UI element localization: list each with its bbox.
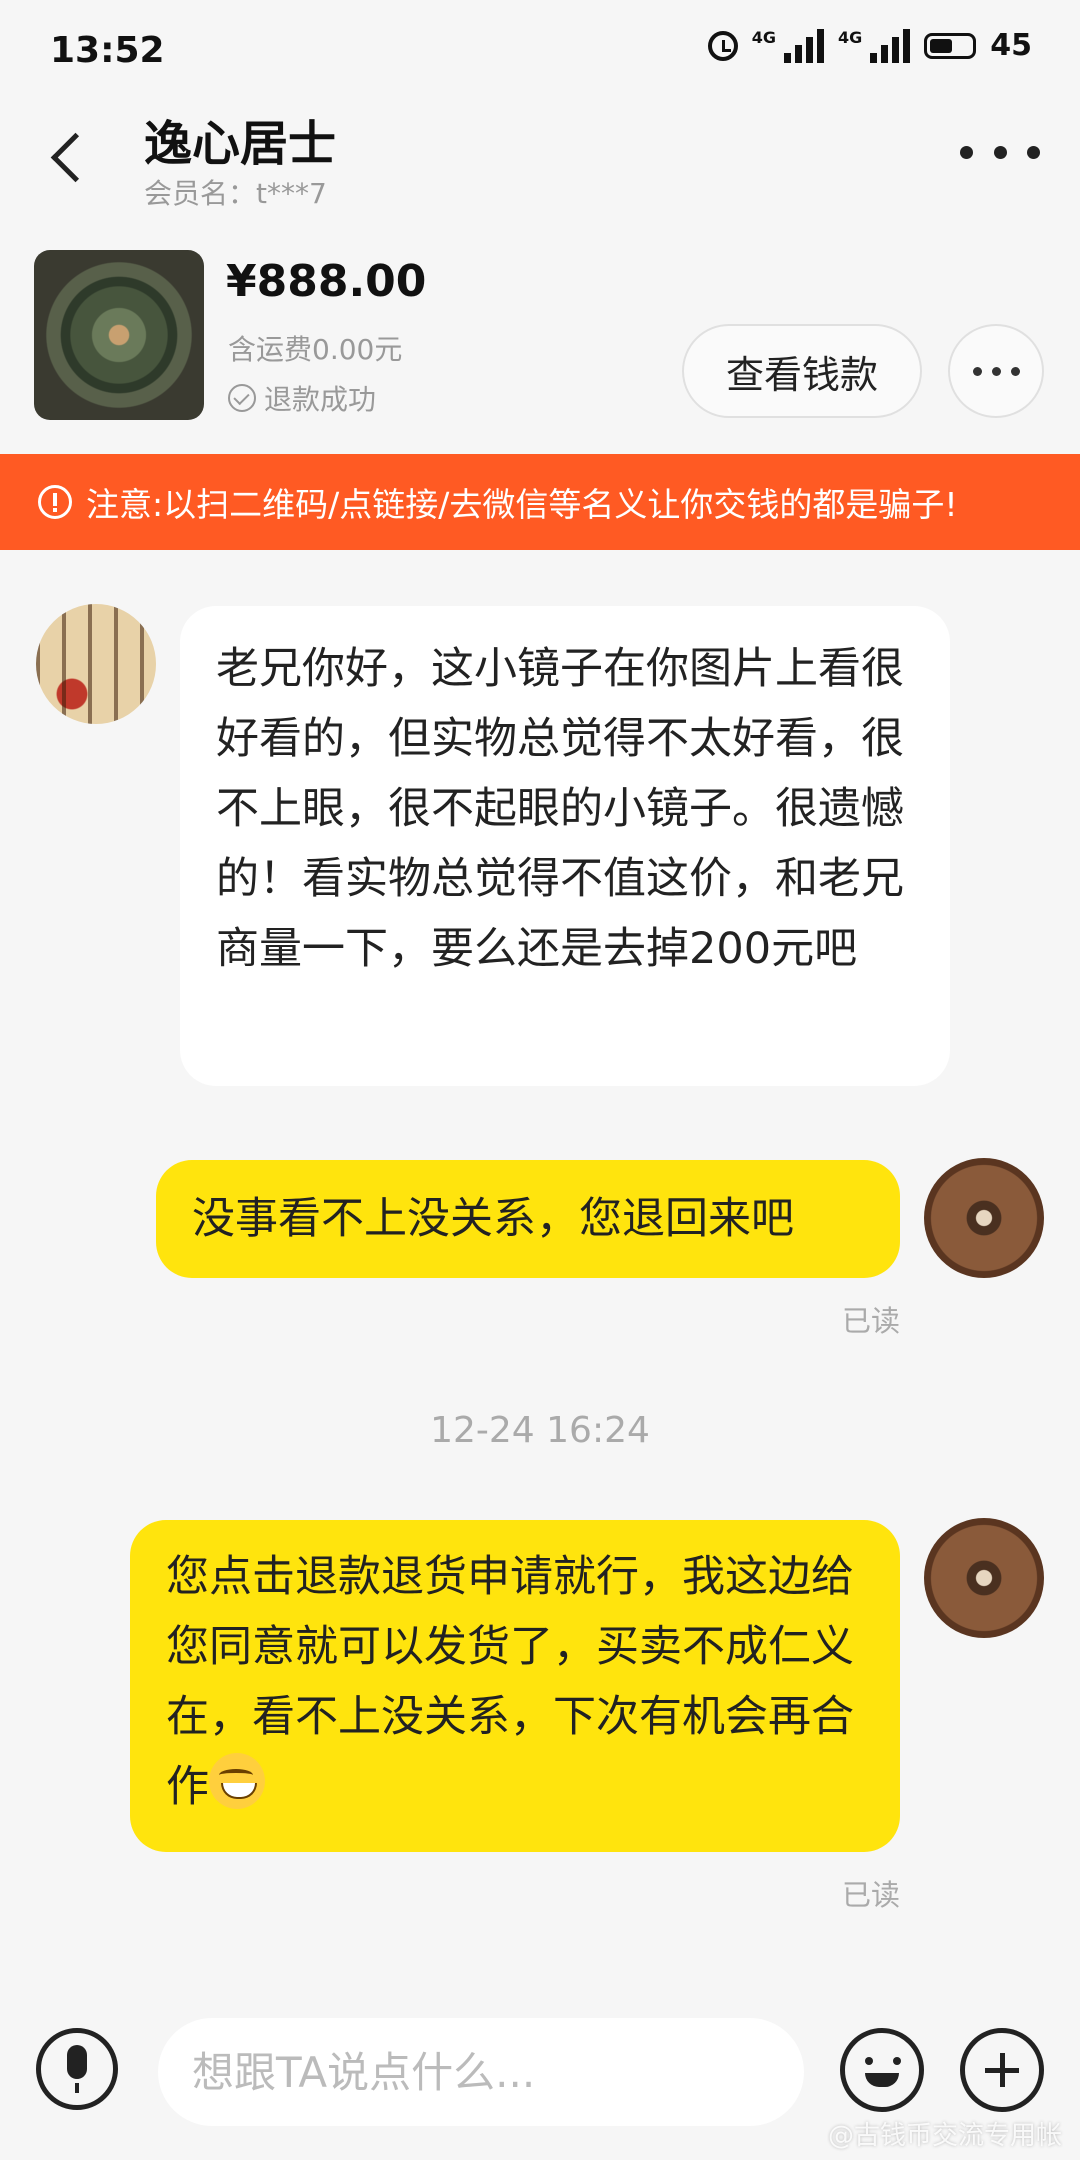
page-title: 逸心居士	[144, 116, 337, 172]
battery-level: 45	[990, 28, 1032, 63]
emoji-button[interactable]	[840, 2028, 924, 2112]
message-input[interactable]	[158, 2018, 804, 2126]
message-bubble-outgoing[interactable]: 您点击退款退货申请就行，我这边给您同意就可以发货了，买卖不成仁义在，看不上没关系…	[130, 1520, 900, 1852]
shipping-fee: 含运费0.00元	[228, 333, 403, 366]
battery-icon	[924, 32, 977, 59]
message-text: 您点击退款退货申请就行，我这边给您同意就可以发货了，买卖不成仁义在，看不上没关系…	[166, 1552, 854, 1812]
message-timestamp: 12-24 16:24	[430, 1410, 650, 1451]
check-circle-icon	[228, 384, 256, 412]
fraud-warning-banner: 注意:以扫二维码/点链接/去微信等名义让你交钱的都是骗子!	[0, 454, 1080, 550]
status-time: 13:52	[50, 30, 165, 71]
back-button[interactable]	[40, 122, 100, 192]
product-price: ¥888.00	[226, 256, 427, 307]
chat-header: 逸心居士 会员名：t***7	[0, 104, 1080, 224]
self-avatar[interactable]	[924, 1158, 1044, 1278]
message-bubble-outgoing[interactable]: 没事看不上没关系，您退回来吧	[156, 1160, 900, 1278]
warning-text: 注意:以扫二维码/点链接/去微信等名义让你交钱的都是骗子!	[86, 485, 958, 524]
refund-status-label: 退款成功	[264, 383, 377, 416]
grinning-face-icon	[209, 1753, 265, 1809]
alarm-icon	[707, 30, 738, 61]
read-status: 已读	[841, 1304, 900, 1338]
self-avatar[interactable]	[924, 1518, 1044, 1638]
signal-icon	[870, 28, 911, 63]
status-bar: 13:52 4G 4G 45	[0, 0, 1080, 104]
product-card: ¥888.00 含运费0.00元 退款成功 查看钱款	[0, 236, 1080, 446]
view-payment-button[interactable]: 查看钱款	[682, 324, 922, 418]
message-bubble-incoming[interactable]: 老兄你好，这小镜子在你图片上看很好看的，但实物总觉得不太好看，很不上眼，很不起眼…	[180, 606, 950, 1086]
add-attachment-button[interactable]	[960, 2028, 1044, 2112]
signal-icon	[783, 28, 824, 63]
product-more-button[interactable]	[948, 324, 1044, 418]
network-label-2: 4G	[837, 28, 863, 47]
network-label-1: 4G	[751, 28, 776, 47]
product-thumbnail[interactable]	[34, 250, 204, 420]
read-status: 已读	[841, 1878, 900, 1912]
status-icons: 4G 4G 45	[707, 28, 1032, 63]
watermark: @古钱币交流专用帐	[827, 2121, 1062, 2151]
member-name: 会员名：t***7	[144, 177, 327, 210]
refund-status: 退款成功	[228, 378, 376, 418]
contact-avatar[interactable]	[36, 604, 156, 724]
more-options-button[interactable]	[960, 132, 1040, 172]
microphone-button[interactable]	[36, 2028, 118, 2110]
alert-icon	[38, 485, 72, 519]
